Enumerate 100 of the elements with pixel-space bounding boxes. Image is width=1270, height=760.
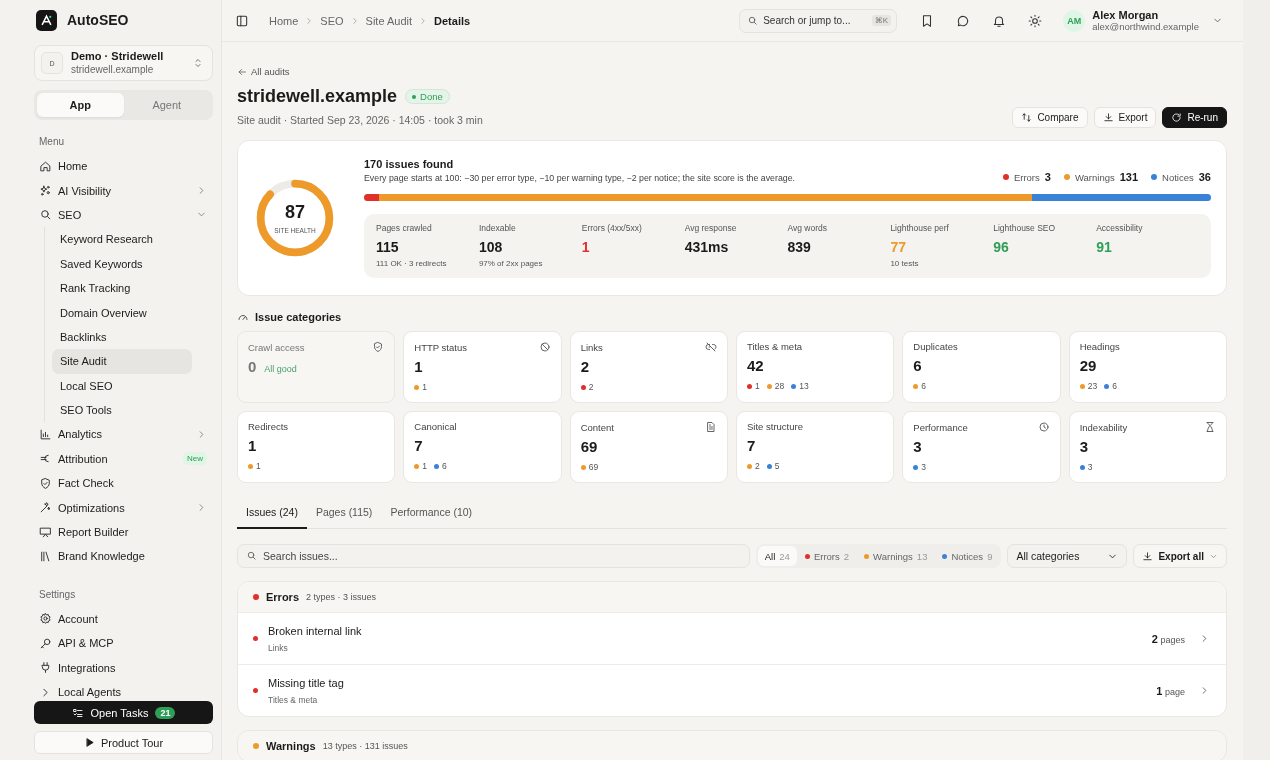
group-title: Warnings: [266, 740, 316, 752]
category-card[interactable]: Titles & meta 42 1 28 13: [736, 331, 895, 403]
gear-icon: [39, 612, 52, 626]
category-card[interactable]: Canonical 7 1 6: [403, 411, 562, 483]
stat-note: 111 OK · 3 redirects: [376, 259, 448, 268]
severity-count: 5: [774, 461, 780, 471]
back-link[interactable]: All audits: [237, 66, 290, 77]
user-email: alex@northwind.example: [1092, 20, 1199, 33]
nav-item[interactable]: Backlinks: [52, 324, 192, 350]
filter-chip[interactable]: All 24: [757, 546, 797, 566]
issue-row[interactable]: Broken internal link Links 2 pages: [238, 612, 1226, 664]
nav-item[interactable]: Local Agents: [34, 679, 213, 699]
page-title: stridewell.example: [237, 86, 398, 107]
category-card[interactable]: HTTP status 1 1: [403, 331, 562, 403]
nav-item[interactable]: Saved Keywords: [52, 251, 192, 276]
nav-item[interactable]: Integrations: [34, 655, 213, 680]
nav-item[interactable]: Local SEO: [52, 373, 192, 398]
category-count: 1: [248, 437, 257, 454]
mode-tab[interactable]: Agent: [123, 93, 210, 117]
group-header[interactable]: Errors 2 types · 3 issues: [238, 582, 1226, 612]
compare-button[interactable]: Compare: [1012, 107, 1088, 128]
filter-chip[interactable]: Errors 2: [797, 546, 857, 566]
category-card[interactable]: Links 2 2: [569, 331, 728, 403]
nav-item[interactable]: Site Audit: [52, 349, 192, 374]
swap-icon: [1021, 112, 1033, 123]
books-icon: [39, 549, 52, 563]
rerun-button[interactable]: Re-run: [1162, 107, 1227, 128]
filter-chip[interactable]: Notices 9: [935, 546, 1000, 566]
breadcrumb-link[interactable]: Home: [269, 14, 299, 27]
category-name: Titles & meta: [747, 341, 803, 352]
stat-label: Lighthouse SEO: [993, 223, 1057, 233]
nav-item[interactable]: API & MCP: [34, 631, 213, 656]
severity-count: 1: [422, 461, 428, 471]
nav-item[interactable]: Domain Overview: [52, 300, 192, 325]
category-name: Site structure: [747, 421, 803, 432]
category-select[interactable]: All categories: [1007, 544, 1128, 568]
category-card[interactable]: Site structure 7 2 5: [736, 411, 895, 483]
nav-item[interactable]: Attribution New: [34, 446, 213, 472]
category-name: Headings: [1079, 341, 1120, 352]
tab[interactable]: Issues (24): [237, 506, 307, 529]
stat-label: Accessibility: [1096, 223, 1144, 233]
export-all-button[interactable]: Export all: [1133, 544, 1227, 568]
breadcrumb-link[interactable]: Site Audit: [365, 14, 413, 27]
category-card[interactable]: Headings 29 23 6: [1068, 331, 1227, 403]
nav-item[interactable]: Rank Tracking: [52, 275, 192, 301]
category-card[interactable]: Content 69 69: [569, 411, 728, 483]
workspace-domain: stridewell.example: [71, 63, 155, 76]
tab[interactable]: Pages (115): [306, 506, 382, 529]
severity-count: 1: [755, 381, 760, 391]
category-name: Duplicates: [913, 341, 958, 352]
group-title: Errors: [266, 591, 300, 603]
severity-count: 6: [1112, 381, 1117, 391]
category-card[interactable]: Performance 3 3: [902, 411, 1061, 483]
severity-count: 2: [755, 461, 760, 471]
shield-icon: [39, 476, 52, 490]
key-icon: [39, 636, 52, 650]
search-icon: [246, 550, 257, 561]
nav-item[interactable]: Account: [34, 606, 213, 632]
chat-icon[interactable]: [956, 13, 971, 28]
issue-row[interactable]: Missing title tag Titles & meta 1 page: [238, 664, 1226, 716]
nav-item[interactable]: Analytics: [34, 422, 213, 447]
category-count: 6: [913, 357, 922, 374]
checklist-icon: [71, 706, 84, 719]
theme-icon[interactable]: [1028, 13, 1043, 28]
broken-link-icon: [705, 341, 717, 353]
tab[interactable]: Performance (10): [381, 506, 482, 529]
legend-label: Warnings: [1074, 171, 1115, 183]
product-tour-button[interactable]: Product Tour: [34, 731, 213, 754]
stat-value: 91: [1096, 239, 1113, 255]
stat-value: 96: [993, 239, 1010, 255]
group-header[interactable]: Warnings 13 types · 131 issues: [238, 731, 1226, 760]
filter-chip[interactable]: Warnings 13: [857, 546, 935, 566]
export-button[interactable]: Export: [1093, 107, 1157, 128]
nav-item[interactable]: Report Builder: [34, 519, 213, 545]
user-name: Alex Morgan: [1092, 8, 1160, 21]
legend-label: Errors: [1013, 171, 1040, 183]
nav-item[interactable]: Fact Check: [34, 471, 213, 496]
nav-item[interactable]: Keyword Research: [52, 227, 192, 252]
category-card[interactable]: Duplicates 6 6: [902, 331, 1061, 403]
severity-count: 3: [1087, 462, 1093, 472]
severity-count: 2: [588, 382, 594, 392]
nav-item[interactable]: SEO: [34, 202, 213, 228]
category-name: Canonical: [414, 421, 457, 432]
open-tasks-button[interactable]: Open Tasks 21: [34, 701, 213, 724]
mode-tab[interactable]: App: [37, 93, 124, 117]
category-count: 3: [1079, 438, 1088, 455]
issue-title: Broken internal link: [268, 624, 363, 637]
nav-item[interactable]: Home: [34, 154, 213, 179]
category-card[interactable]: Crawl access 0 All good: [237, 331, 396, 403]
download-icon: [1102, 112, 1114, 123]
nav-item[interactable]: SEO Tools: [52, 397, 192, 423]
category-card[interactable]: Redirects 1 1: [237, 411, 396, 483]
stat-label: Errors (4xx/5xx): [581, 223, 643, 233]
category-card[interactable]: Indexability 3 3: [1068, 411, 1227, 483]
nav-item[interactable]: AI Visibility: [34, 178, 213, 203]
notification-icon[interactable]: [992, 13, 1007, 28]
search-field[interactable]: Search issues...: [237, 544, 750, 568]
nav-item[interactable]: Optimizations: [34, 495, 213, 520]
breadcrumb-link[interactable]: SEO: [320, 14, 344, 27]
nav-item[interactable]: Brand Knowledge: [34, 544, 213, 569]
